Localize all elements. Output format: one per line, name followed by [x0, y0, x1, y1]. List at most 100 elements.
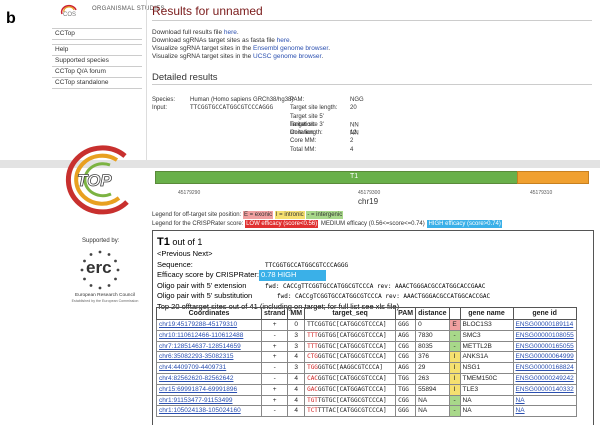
gene-id-link[interactable]: ENSG00000189114	[512, 319, 577, 331]
gene-name-cell: ANKS1A	[459, 351, 514, 364]
species-label: Species:	[152, 97, 176, 103]
offtarget-table-body: chr19:45179288-45179310 +0 TTCGGTGC[CATGGC…	[156, 319, 577, 418]
sidebar-divider	[146, 0, 147, 170]
coordinates-link[interactable]: chr4:4409709-4409731	[156, 362, 262, 374]
result-title: T1 out of 1	[157, 236, 202, 248]
oligo5s-value: fwd: CACCgTCGGTGCCATGGCGTCCCA rev: AAACT…	[277, 293, 491, 300]
gene-id-link[interactable]: ENSG00000168824	[512, 362, 577, 374]
strand-cell: +	[260, 394, 289, 407]
erc-subcaption: Established by the European Commission	[71, 299, 139, 303]
distance-cell: 55894	[415, 383, 450, 396]
gene-id-link[interactable]: ENSG00000165055	[512, 340, 577, 353]
efficacy-label: Efficacy score by CRISPRater:	[157, 270, 259, 279]
coordinates-link[interactable]: chr15:69991874-69991896	[156, 383, 262, 396]
mm-cell: 3	[287, 362, 306, 374]
param-value: NGG	[350, 97, 364, 103]
gene-name-cell: METTL2B	[459, 340, 514, 353]
pam-cell: CGG	[395, 394, 417, 407]
gene-id-link[interactable]: ENSG00000064999	[512, 351, 577, 364]
pam-region-bar	[517, 171, 589, 184]
chromosome-name: chr19	[358, 197, 379, 206]
erc-logo-text: erc	[86, 258, 112, 277]
position-legend: Legend for off-target site position: E =…	[152, 211, 344, 220]
coordinates-link[interactable]: chr1:105024138-105024160	[156, 405, 262, 418]
result-nav[interactable]: <Previous Next>	[157, 249, 490, 260]
matching-bases: TTTAC[CATGGCGTCCCA]	[317, 407, 387, 415]
crisprater-legend-label: Legend for the CRISPRater score:	[152, 221, 244, 227]
table-row: chr19:45179288-45179310 +0 TTCGGTGC[CATGGC…	[156, 319, 577, 331]
strand-cell: -	[260, 329, 289, 342]
coordinates-link[interactable]: chr6:35082293-35082315	[156, 351, 262, 364]
region-cell: -	[448, 394, 461, 407]
coordinates-link[interactable]: chr10:110612466-110612488	[156, 329, 262, 342]
download-full-results-link[interactable]: here	[224, 29, 237, 36]
matching-bases: GGTGC[CATGGCGTCCCA]	[317, 342, 387, 350]
region-cell: I	[448, 362, 461, 374]
mm-cell: 4	[287, 372, 306, 385]
legend-exonic: E = exonic	[242, 211, 274, 219]
gene-id-link[interactable]: ENSG00000108055	[512, 329, 577, 342]
col-coordinates: Coordinates	[156, 307, 262, 320]
coordinates-link[interactable]: chr4:82562620-82562642	[156, 372, 262, 385]
region-cell: -	[448, 329, 461, 342]
axis-tick-right: 45179310	[530, 190, 553, 196]
download-text: .	[236, 29, 239, 36]
param-value: 12	[350, 130, 357, 137]
param-label: Core length:	[290, 130, 323, 137]
target-seq-cell: TGGGGTGC[AAGGCGTCCCA]	[304, 362, 397, 374]
gene-name-cell: SMC3	[459, 329, 514, 342]
matching-bases: GGTGC[CATGGAGTCCCA]	[317, 385, 387, 393]
visualize-ucsc: Visualize sgRNA target sites in the UCSC…	[152, 53, 330, 61]
table-row: chr15:69991874-69991896 +4 GACGGTGC[CATGGA…	[156, 383, 577, 396]
page-title: Results for unnamed	[152, 4, 263, 18]
distance-cell: 29	[415, 362, 450, 374]
sidebar-item-standalone[interactable]: CCTop standalone	[52, 78, 142, 89]
strand-cell: +	[260, 351, 289, 364]
gene-id-link[interactable]: NA	[512, 394, 577, 407]
distance-cell: 376	[415, 351, 450, 364]
gene-name-cell: NSG1	[459, 362, 514, 374]
mm-cell: 0	[287, 319, 306, 331]
table-header-row: Coordinates strand MM target_seq PAM dis…	[156, 307, 577, 320]
target-seq-cell: TTCGGTGC[CATGGCGTCCCA]	[304, 319, 397, 331]
pam-cell: GGG	[395, 319, 417, 331]
mismatch-bases: CTG	[307, 353, 318, 361]
download-fasta-link[interactable]: here	[277, 37, 290, 44]
input-label: Input:	[152, 105, 168, 111]
region-cell: I	[448, 351, 461, 364]
sidebar-item-cctop[interactable]: CCTop	[52, 29, 142, 40]
ucsc-link[interactable]: UCSC genome browser	[253, 53, 321, 60]
coordinates-link[interactable]: chr19:45179288-45179310	[156, 319, 262, 331]
coordinates-link[interactable]: chr1:91153477-91153499	[156, 394, 262, 407]
sidebar-item-supported-species[interactable]: Supported species	[52, 56, 142, 67]
region-cell: I	[448, 383, 461, 396]
col-gene-name: gene name	[459, 307, 514, 320]
distance-cell: 7830	[415, 329, 450, 342]
table-row: chr6:35082293-35082315 +4 CTGGGTGC[CATGGCG…	[156, 351, 577, 364]
target-seq-cell: TTTGGTGG[CATGGCGTCCCA]	[304, 329, 397, 342]
gene-id-link[interactable]: ENSG00000140332	[512, 383, 577, 396]
detailed-divider	[152, 84, 592, 85]
gene-name-cell: NA	[459, 394, 514, 407]
target-site-label: T1	[350, 173, 359, 180]
region-cell: E	[448, 319, 461, 331]
species-value: Human (Homo sapiens GRCh38/hg38)	[190, 97, 294, 103]
sequence-value: TTCGGTGCCATGGCGTCCCAGGG	[265, 261, 349, 269]
download-text: Download full results file	[152, 29, 224, 36]
sidebar-item-qa-forum[interactable]: CCTop Q/A forum	[52, 67, 142, 78]
visualize-ensembl: Visualize sgRNA target sites in the Ense…	[152, 45, 330, 53]
gene-id-link[interactable]: ENSG00000249242	[512, 372, 577, 385]
param-value: 2	[350, 138, 354, 145]
svg-text:TOP: TOP	[77, 171, 112, 190]
table-row: chr10:110612466-110612488-3 TTTGGTGG[CATG…	[156, 329, 577, 342]
param-value: 20	[350, 105, 357, 112]
distance-cell: 263	[415, 372, 450, 385]
coordinates-link[interactable]: chr7:128514637-128514659	[156, 340, 262, 353]
download-fasta: Download sgRNAs target sites as fasta fi…	[152, 37, 330, 45]
ensembl-link[interactable]: Ensembl genome browser	[253, 45, 328, 52]
target-seq-cell: CACGGTGC[CATGGCGTCCCA]	[304, 372, 397, 385]
sidebar-item-help[interactable]: Help	[52, 45, 142, 56]
pam-cell: TGG	[395, 372, 417, 385]
strand-cell: +	[260, 319, 289, 331]
gene-id-link[interactable]: NA	[512, 405, 577, 418]
